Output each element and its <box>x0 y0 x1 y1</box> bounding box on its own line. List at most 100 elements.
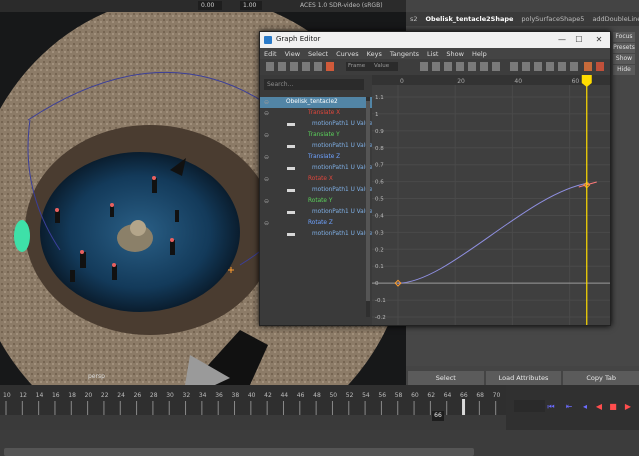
copy-tab-button[interactable]: Copy Tab <box>563 371 639 385</box>
show-button[interactable]: Show <box>613 54 635 64</box>
step-back-frame-icon[interactable]: ◂ <box>580 402 590 412</box>
menu-show[interactable]: Show <box>442 50 468 58</box>
lock-weight-icon[interactable] <box>546 62 554 71</box>
lattice-deform-icon[interactable] <box>290 62 298 71</box>
outliner-attribute-row[interactable]: ⊖ Translate Y <box>260 130 372 141</box>
outliner-curve-row[interactable]: motionPath1 U Value <box>260 229 373 240</box>
outliner-curve-row[interactable]: motionPath1 U Value <box>260 185 373 196</box>
break-tangents-icon[interactable] <box>510 62 518 71</box>
gamma-field[interactable]: 1.00 <box>240 1 262 10</box>
trax-editor-icon[interactable] <box>596 62 604 71</box>
load-attributes-button[interactable]: Load Attributes <box>485 371 562 385</box>
graph-editor-outliner: Search... ⊖ Obelisk_tentacle2 ⊖ Translate X… <box>260 75 373 325</box>
hide-button[interactable]: Hide <box>613 65 635 75</box>
graph-view[interactable]: 0 20 40 60 1.1 1 0.9 0.8 0.7 0.6 0.5 0.4 0.3 0.2 0.1 0 -… <box>372 75 610 325</box>
retime-tool-icon[interactable] <box>314 62 322 71</box>
outliner-attribute-row[interactable]: ⊖ Rotate Z <box>260 218 372 229</box>
minimize-button[interactable]: — <box>556 34 568 46</box>
insert-key-icon[interactable] <box>278 62 286 71</box>
maximize-button[interactable]: ☐ <box>573 34 585 46</box>
play-forward-icon[interactable]: ▶ <box>623 402 633 412</box>
region-tool-icon[interactable] <box>302 62 310 71</box>
frame-tick-label: 48 <box>313 392 321 399</box>
dope-sheet-icon[interactable] <box>584 62 592 71</box>
expand-toggle-icon[interactable]: ⊖ <box>264 97 269 108</box>
menu-tangents[interactable]: Tangents <box>386 50 423 58</box>
play-backward-icon[interactable]: ◀ <box>594 402 604 412</box>
buffer-curve-icon[interactable] <box>558 62 566 71</box>
y-tick-label: 0.8 <box>375 146 384 152</box>
stop-icon[interactable]: ■ <box>608 402 618 412</box>
menu-list[interactable]: List <box>423 50 442 58</box>
select-button[interactable]: Select <box>408 371 484 385</box>
current-time-field[interactable] <box>514 400 545 412</box>
outliner-attribute-row[interactable]: ⊖ Rotate Y <box>260 196 372 207</box>
range-slider-handle[interactable] <box>4 448 474 456</box>
menu-curves[interactable]: Curves <box>332 50 363 58</box>
outliner-curve-row[interactable]: motionPath1 U Value <box>260 119 373 130</box>
move-key-icon[interactable] <box>266 62 274 71</box>
frame-tick-label: 42 <box>264 392 272 399</box>
plateau-tangent-icon[interactable] <box>492 62 500 71</box>
graph-editor-titlebar[interactable]: Graph Editor — ☐ ✕ <box>260 32 610 48</box>
frame-field[interactable]: Frame <box>346 62 372 71</box>
unify-tangents-icon[interactable] <box>522 62 530 71</box>
outliner-label: Translate X <box>308 110 341 116</box>
curve-graph[interactable]: 0 20 40 60 1.1 1 0.9 0.8 0.7 0.6 0.5 0.4 0.3 0.2 0.1 0 -… <box>372 75 610 325</box>
y-tick-label: 0.3 <box>375 230 384 236</box>
expand-toggle-icon[interactable]: ⊖ <box>264 130 269 141</box>
go-to-start-icon[interactable]: ⏮ <box>546 402 556 412</box>
menu-edit[interactable]: Edit <box>260 50 281 58</box>
clamped-tangent-icon[interactable] <box>444 62 452 71</box>
outliner-search-input[interactable]: Search... <box>264 79 364 90</box>
expand-toggle-icon[interactable]: ⊖ <box>264 152 269 163</box>
outliner-attribute-row[interactable]: ⊖ Translate X <box>260 108 372 119</box>
auto-tangent-icon[interactable] <box>420 62 428 71</box>
expand-toggle-icon[interactable]: ⊖ <box>264 174 269 185</box>
step-tangent-icon[interactable] <box>480 62 488 71</box>
expand-toggle-icon[interactable]: ⊖ <box>264 218 269 229</box>
outliner-label: motionPath1 U Value <box>312 187 373 193</box>
current-frame-marker[interactable] <box>462 399 466 415</box>
outliner-attribute-row[interactable]: ⊖ Translate Z <box>260 152 372 163</box>
tab-obelisk-tentacle2-shape[interactable]: Obelisk_tentacle2Shape <box>422 15 518 23</box>
close-button[interactable]: ✕ <box>593 34 605 46</box>
tab-poly-surface-shape5[interactable]: polySurfaceShape5 <box>517 15 588 23</box>
outliner-scrollbar[interactable] <box>366 97 370 317</box>
frame-tick-label: 60 <box>411 392 419 399</box>
expand-toggle-icon[interactable]: ⊖ <box>264 196 269 207</box>
y-tick-label: 0 <box>375 281 379 287</box>
frame-tick-label: 14 <box>36 392 44 399</box>
focus-button[interactable]: Focus <box>613 32 635 42</box>
exposure-field[interactable]: 0.00 <box>198 1 222 10</box>
color-space-label[interactable]: ACES 1.0 SDR-video (sRGB) <box>300 1 383 10</box>
outliner-curve-row[interactable]: motionPath1 U Value <box>260 163 373 174</box>
time-slider-ruler[interactable]: 10 12 14 16 18 20 22 24 26 28 30 32 34 36 38 40 42 44 46 48… <box>0 385 506 415</box>
flat-tangent-icon[interactable] <box>468 62 476 71</box>
outliner-attribute-row[interactable]: ⊖ Rotate X <box>260 174 372 185</box>
spline-tangent-icon[interactable] <box>432 62 440 71</box>
y-tick-label: 0.7 <box>375 163 384 169</box>
scrollbar-thumb[interactable] <box>366 101 370 301</box>
menu-help[interactable]: Help <box>468 50 491 58</box>
key-stats-icon[interactable] <box>326 62 334 71</box>
y-tick-label: 0.4 <box>375 213 384 219</box>
step-back-key-icon[interactable]: ⇤ <box>564 402 574 412</box>
tab-add-double-linear1[interactable]: addDoubleLinear1 <box>588 15 639 23</box>
tab-s2[interactable]: s2 <box>406 15 422 23</box>
outliner-curve-row[interactable]: motionPath1 U Value <box>260 207 373 218</box>
menu-keys[interactable]: Keys <box>363 50 386 58</box>
linear-tangent-icon[interactable] <box>456 62 464 71</box>
range-slider <box>0 415 506 456</box>
graph-editor-window[interactable]: Graph Editor — ☐ ✕ Edit View Select Curv… <box>259 31 611 326</box>
presets-button[interactable]: Presets <box>613 43 635 53</box>
outliner-object-row[interactable]: ⊖ Obelisk_tentacle2 <box>260 97 372 108</box>
free-weight-icon[interactable] <box>534 62 542 71</box>
value-field[interactable]: Value <box>372 62 398 71</box>
outliner-curve-row[interactable]: motionPath1 U Value <box>260 141 373 152</box>
menu-view[interactable]: View <box>281 50 304 58</box>
time-slider[interactable]: 10 12 14 16 18 20 22 24 26 28 30 32 34 36 38 40 42 44 46 48… <box>0 385 506 456</box>
expand-toggle-icon[interactable]: ⊖ <box>264 108 269 119</box>
menu-select[interactable]: Select <box>304 50 332 58</box>
swap-buffer-icon[interactable] <box>570 62 578 71</box>
